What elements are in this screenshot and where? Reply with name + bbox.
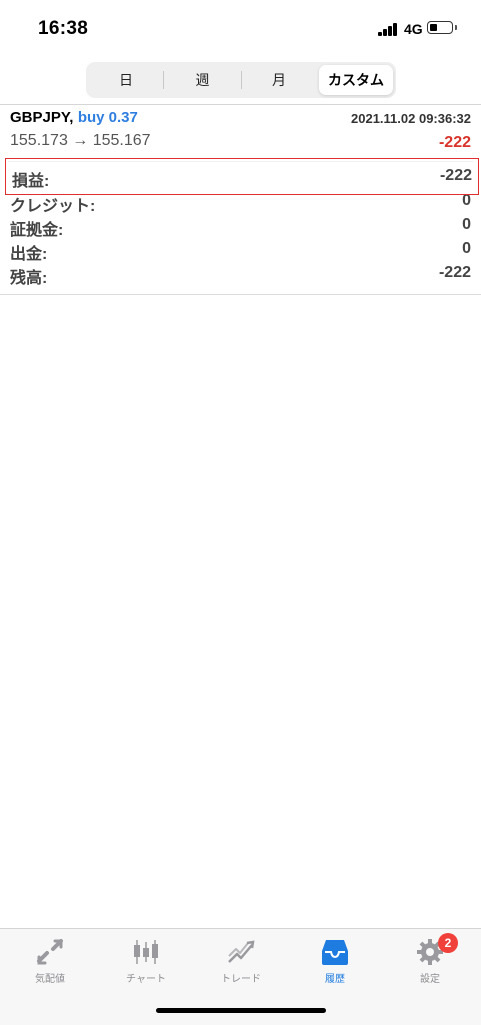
detail-credit: クレジット: 0 [10,192,471,216]
tab-chart[interactable]: チャート [106,935,186,995]
history-entry[interactable]: GBPJPY, buy 0.37 2021.11.02 09:36:32 155… [0,105,481,295]
entry-symbol: GBPJPY, [10,109,74,126]
detail-margin: 証拠金: 0 [10,216,471,240]
tab-label: 気配値 [35,974,65,985]
network-type: 4G [404,21,423,37]
segment-month[interactable]: 月 [243,65,315,95]
detail-balance: 残高: -222 [10,264,471,288]
detail-label: 出金: [10,246,48,263]
detail-value: -222 [439,167,472,184]
tab-label: 設定 [420,974,440,985]
signal-icon [378,23,400,36]
chart-icon [134,940,158,964]
status-bar: 16:38 4G [0,0,481,58]
segment-divider [163,71,164,89]
detail-withdrawal: 出金: 0 [10,240,471,264]
settings-badge: 2 [438,933,458,953]
tab-quotes[interactable]: 気配値 [10,935,90,995]
period-segmented-control: 日 週 月 カスタム [86,62,396,98]
detail-value: 0 [462,240,471,257]
entry-profit: -222 [438,134,471,151]
profit-loss-highlight: 損益: -222 [5,158,479,195]
entry-side: buy 0.37 [77,109,138,126]
entry-prices: 155.173 → 155.167 [10,132,151,149]
entry-header-row: GBPJPY, buy 0.37 2021.11.02 09:36:32 [10,109,473,131]
status-time: 16:38 [38,18,89,39]
detail-value: -222 [438,264,471,281]
tab-settings[interactable]: 2 設定 [390,933,470,995]
home-indicator [156,1008,326,1013]
history-icon [322,940,348,965]
battery-icon [427,21,453,34]
tab-history[interactable]: 履歴 [295,935,375,995]
detail-value: 0 [462,216,471,233]
entry-datetime: 2021.11.02 09:36:32 [351,111,471,126]
battery-cap [455,25,457,30]
detail-label: 損益: [12,173,50,190]
segment-divider [241,71,242,89]
tab-label: 履歴 [325,974,345,985]
tab-label: トレード [221,974,261,985]
tab-label: チャート [126,974,166,985]
detail-label: 証拠金: [10,222,64,239]
segment-custom[interactable]: カスタム [319,65,393,95]
trade-icon [228,940,255,963]
segment-week[interactable]: 週 [165,65,240,95]
tab-trade[interactable]: トレード [201,935,281,995]
entry-price-row: 155.173 → 155.167 -222 [10,132,473,156]
segment-day[interactable]: 日 [90,65,162,95]
detail-label: 残高: [10,270,48,287]
detail-label: クレジット: [10,198,96,215]
quotes-icon [37,939,63,965]
